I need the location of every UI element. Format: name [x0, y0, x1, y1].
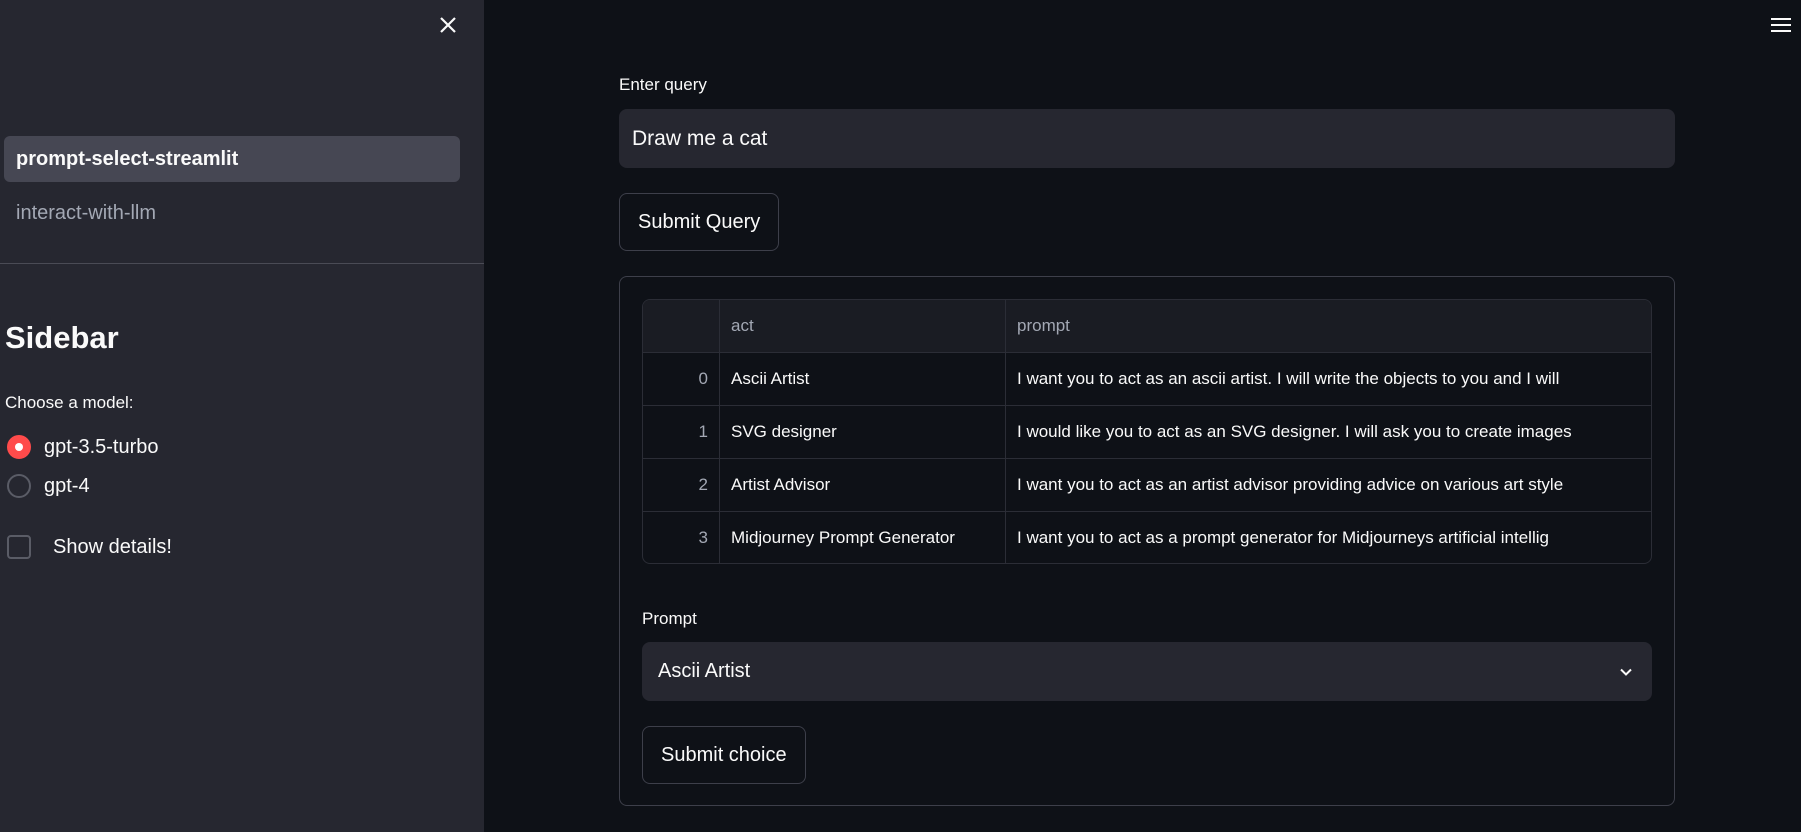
- radio-label: gpt-3.5-turbo: [44, 435, 159, 458]
- table-row: 3 Midjourney Prompt Generator I want you…: [643, 512, 1651, 563]
- prompt-select[interactable]: Ascii Artist: [642, 642, 1652, 701]
- submit-query-button[interactable]: Submit Query: [619, 193, 780, 251]
- radio-gpt-4[interactable]: gpt-4: [7, 474, 90, 498]
- prompt-select-value: Ascii Artist: [658, 660, 751, 682]
- prompt-cell[interactable]: I would like you to act as an SVG design…: [1006, 406, 1651, 458]
- radio-unselected-icon: [7, 474, 31, 498]
- row-index: 3: [643, 512, 720, 563]
- radio-label: gpt-4: [44, 474, 90, 497]
- row-index: 1: [643, 406, 720, 458]
- nav-item-interact-with-llm[interactable]: interact-with-llm: [4, 190, 460, 236]
- prompts-table[interactable]: act prompt 0 Ascii Artist I want you to …: [642, 299, 1652, 564]
- act-cell[interactable]: Ascii Artist: [720, 353, 1006, 405]
- divider: [0, 263, 484, 264]
- table-row: 0 Ascii Artist I want you to act as an a…: [643, 353, 1651, 406]
- checkbox-icon: [7, 535, 31, 559]
- menu-icon[interactable]: [1771, 16, 1791, 34]
- sidebar-title: Sidebar: [5, 320, 119, 355]
- act-cell[interactable]: SVG designer: [720, 406, 1006, 458]
- show-details-checkbox[interactable]: Show details!: [7, 535, 172, 559]
- prompt-cell[interactable]: I want you to act as an artist advisor p…: [1006, 459, 1651, 511]
- submit-choice-button[interactable]: Submit choice: [642, 726, 806, 784]
- radio-gpt-3.5-turbo[interactable]: gpt-3.5-turbo: [7, 435, 159, 459]
- act-cell[interactable]: Midjourney Prompt Generator: [720, 512, 1006, 563]
- table-row: 2 Artist Advisor I want you to act as an…: [643, 459, 1651, 512]
- header-act[interactable]: act: [720, 300, 1006, 352]
- row-index: 2: [643, 459, 720, 511]
- chevron-down-icon: [1620, 668, 1632, 676]
- sidebar: prompt-select-streamlit interact-with-ll…: [0, 0, 484, 832]
- table-header: act prompt: [643, 300, 1651, 353]
- header-index[interactable]: [643, 300, 720, 352]
- close-sidebar-icon[interactable]: [436, 13, 460, 37]
- query-input[interactable]: Draw me a cat: [619, 109, 1675, 168]
- prompt-label: Prompt: [642, 609, 697, 628]
- header-prompt[interactable]: prompt: [1006, 300, 1651, 352]
- prompt-cell[interactable]: I want you to act as a prompt generator …: [1006, 512, 1651, 563]
- nav-item-prompt-select-streamlit[interactable]: prompt-select-streamlit: [4, 136, 460, 182]
- table-row: 1 SVG designer I would like you to act a…: [643, 406, 1651, 459]
- prompt-cell[interactable]: I want you to act as an ascii artist. I …: [1006, 353, 1651, 405]
- row-index: 0: [643, 353, 720, 405]
- model-label: Choose a model:: [5, 393, 134, 412]
- act-cell[interactable]: Artist Advisor: [720, 459, 1006, 511]
- query-label: Enter query: [619, 75, 707, 94]
- checkbox-label: Show details!: [53, 535, 172, 558]
- radio-selected-icon: [7, 435, 31, 459]
